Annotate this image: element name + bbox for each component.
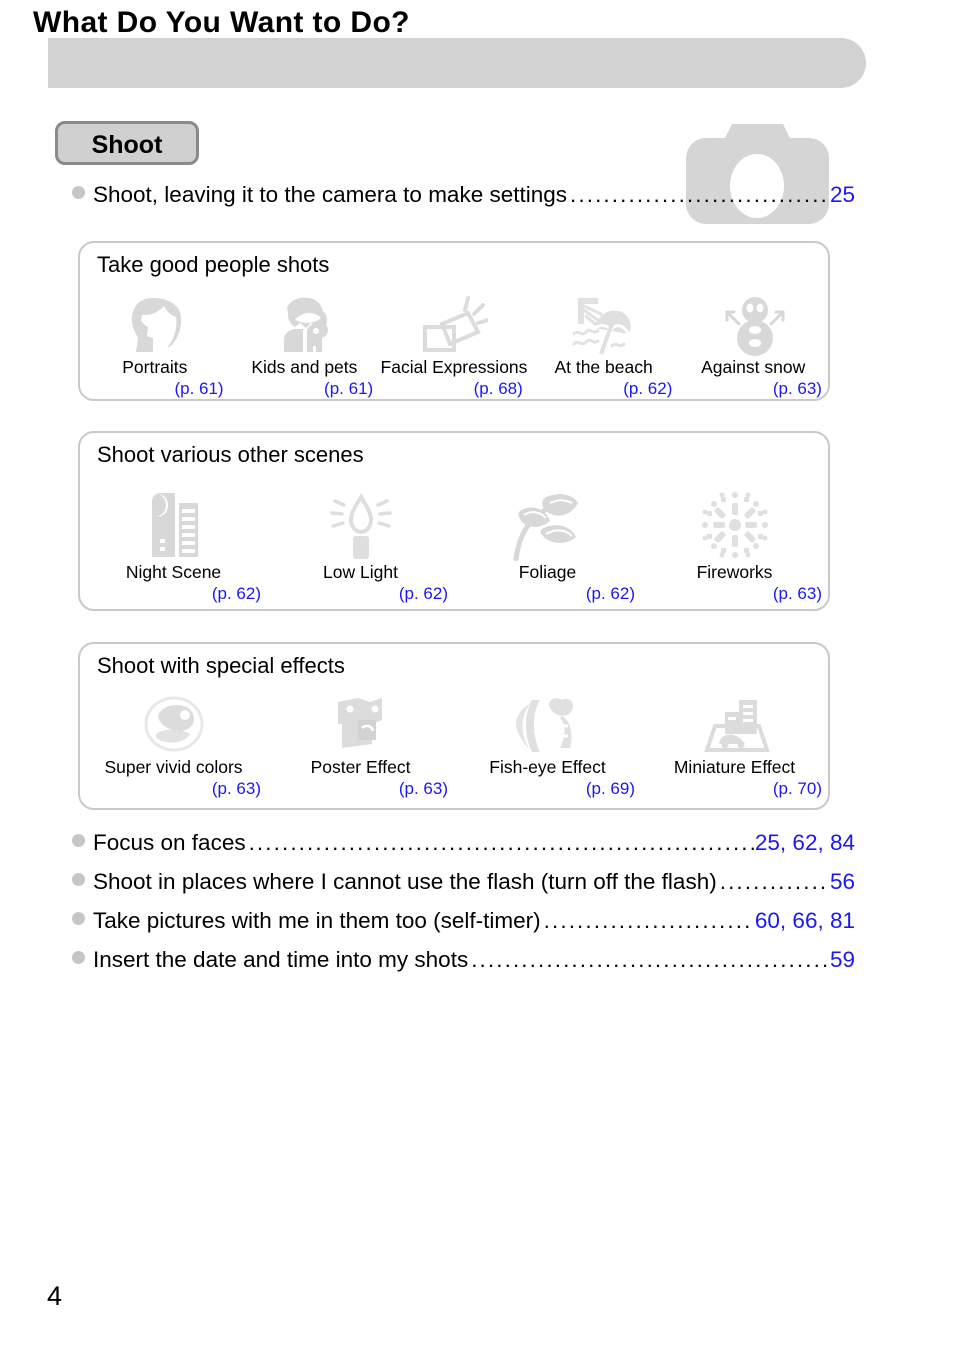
scene-page-ref[interactable]: (p. 70) (641, 778, 828, 799)
scene-label: Facial Expressions (380, 357, 528, 377)
toc-entry-focus-on-faces[interactable]: Focus on faces .........................… (72, 830, 855, 869)
fireworks-icon (641, 489, 828, 561)
scene-label: Night Scene (125, 562, 222, 582)
scene-label: Poster Effect (310, 757, 411, 777)
miniature-effect-icon (641, 694, 828, 756)
page-number: 4 (47, 1281, 63, 1311)
scene-page-ref[interactable]: (p. 62) (454, 583, 641, 604)
scene-cell-super-vivid-colors[interactable]: Super vivid colors (p. 63) (80, 694, 267, 799)
scene-cell-poster-effect[interactable]: Poster Effect (p. 63) (267, 694, 454, 799)
scene-cell-miniature-effect[interactable]: Miniature Effect (p. 70) (641, 694, 828, 799)
scene-cell-portraits[interactable]: Portraits (p. 61) (80, 294, 230, 399)
scene-page-ref[interactable]: (p. 68) (379, 378, 529, 399)
toc-entry-date-stamp[interactable]: Insert the date and time into my shots .… (72, 947, 855, 986)
facial-expressions-icon (379, 294, 529, 356)
poster-effect-icon (267, 694, 454, 756)
scene-label: Kids and pets (251, 357, 358, 377)
leader-dots: ........................................… (543, 908, 754, 933)
toc-entry-text: Shoot, leaving it to the camera to make … (93, 182, 568, 207)
icon-row: Super vivid colors (p. 63) Poster Effect… (80, 694, 828, 799)
scene-cell-night-scene[interactable]: Night Scene (p. 62) (80, 489, 267, 604)
bullet-dot-icon (72, 186, 85, 199)
scene-cell-low-light[interactable]: Low Light (p. 62) (267, 489, 454, 604)
beach-umbrella-icon (529, 294, 679, 356)
portrait-face-icon (80, 294, 230, 356)
toc-entry-self-timer[interactable]: Take pictures with me in them too (self-… (72, 908, 855, 947)
toc-entry-text: Focus on faces (93, 830, 246, 855)
scene-label: Fish-eye Effect (489, 757, 606, 777)
scene-cell-at-the-beach[interactable]: At the beach (p. 62) (529, 294, 679, 399)
scene-cell-fish-eye-effect[interactable]: Fish-eye Effect (p. 69) (454, 694, 641, 799)
group-box-other-scenes: Shoot various other scenes Night Scene (… (78, 431, 830, 611)
group-title: Shoot with special effects (97, 653, 345, 678)
group-box-special-effects: Shoot with special effects Super vivid c… (78, 642, 830, 810)
toc-entry-pages[interactable]: 60, 66, 81 (755, 908, 855, 934)
scene-label: Fireworks (696, 562, 773, 582)
group-box-people-shots: Take good people shots Portraits (p. 61) (78, 241, 830, 401)
fish-eye-icon (454, 694, 641, 756)
scene-cell-kids-and-pets[interactable]: Kids and pets (p. 61) (230, 294, 380, 399)
section-tab-shoot: Shoot (55, 121, 199, 165)
scene-label: Against snow (701, 357, 806, 377)
bullet-dot-icon (72, 912, 85, 925)
leader-dots: ........................................… (719, 869, 829, 894)
scene-page-ref[interactable]: (p. 62) (80, 583, 267, 604)
scene-page-ref[interactable]: (p. 63) (80, 778, 267, 799)
bullet-dot-icon (72, 873, 85, 886)
scene-label: Portraits (122, 357, 188, 377)
toc-entry-list: Focus on faces .........................… (72, 830, 855, 986)
toc-entry-pages[interactable]: 56 (830, 869, 855, 895)
camera-icon (686, 122, 829, 224)
leader-dots: ........................................… (570, 182, 829, 207)
scene-page-ref[interactable]: (p. 63) (678, 378, 828, 399)
scene-label: Low Light (323, 562, 398, 582)
page-title: What Do You Want to Do? (33, 6, 410, 39)
scene-page-ref[interactable]: (p. 62) (267, 583, 454, 604)
bullet-dot-icon (72, 834, 85, 847)
foliage-icon (454, 489, 641, 561)
scene-page-ref[interactable]: (p. 61) (80, 378, 230, 399)
snowman-icon (678, 294, 828, 356)
kids-and-pets-icon (230, 294, 380, 356)
toc-entry-pages[interactable]: 59 (830, 947, 855, 973)
scene-page-ref[interactable]: (p. 62) (529, 378, 679, 399)
icon-row: Portraits (p. 61) Kids and pets (p. 61) (80, 294, 828, 399)
toc-entry-text: Insert the date and time into my shots (93, 947, 469, 972)
page-header-bar (48, 38, 866, 88)
scene-label: Miniature Effect (673, 757, 796, 777)
section-tab-label: Shoot (91, 131, 163, 159)
group-title: Take good people shots (97, 252, 330, 277)
toc-entry-pages[interactable]: 25 (830, 182, 855, 208)
toc-entry-shoot-auto[interactable]: Shoot, leaving it to the camera to make … (72, 182, 855, 208)
bullet-dot-icon (72, 951, 85, 964)
scene-label: Super vivid colors (104, 757, 243, 777)
scene-cell-foliage[interactable]: Foliage (p. 62) (454, 489, 641, 604)
toc-entry-no-flash[interactable]: Shoot in places where I cannot use the f… (72, 869, 855, 908)
group-title: Shoot various other scenes (97, 442, 364, 467)
leader-dots: ........................................… (471, 947, 829, 972)
icon-row: Night Scene (p. 62) Low Light (p. 62) Fo… (80, 489, 828, 604)
toc-entry-text: Shoot in places where I cannot use the f… (93, 869, 717, 894)
scene-label: Foliage (518, 562, 577, 582)
leader-dots: ........................................… (248, 830, 754, 855)
toc-entry-pages[interactable]: 25, 62, 84 (755, 830, 855, 856)
super-vivid-icon (80, 694, 267, 756)
scene-cell-facial-expressions[interactable]: Facial Expressions (p. 68) (379, 294, 529, 399)
scene-page-ref[interactable]: (p. 61) (230, 378, 380, 399)
scene-cell-against-snow[interactable]: Against snow (p. 63) (678, 294, 828, 399)
night-scene-icon (80, 489, 267, 561)
toc-entry-text: Take pictures with me in them too (self-… (93, 908, 541, 933)
scene-label: At the beach (554, 357, 653, 377)
scene-page-ref[interactable]: (p. 63) (641, 583, 828, 604)
scene-cell-fireworks[interactable]: Fireworks (p. 63) (641, 489, 828, 604)
scene-page-ref[interactable]: (p. 63) (267, 778, 454, 799)
candle-icon (267, 489, 454, 561)
scene-page-ref[interactable]: (p. 69) (454, 778, 641, 799)
